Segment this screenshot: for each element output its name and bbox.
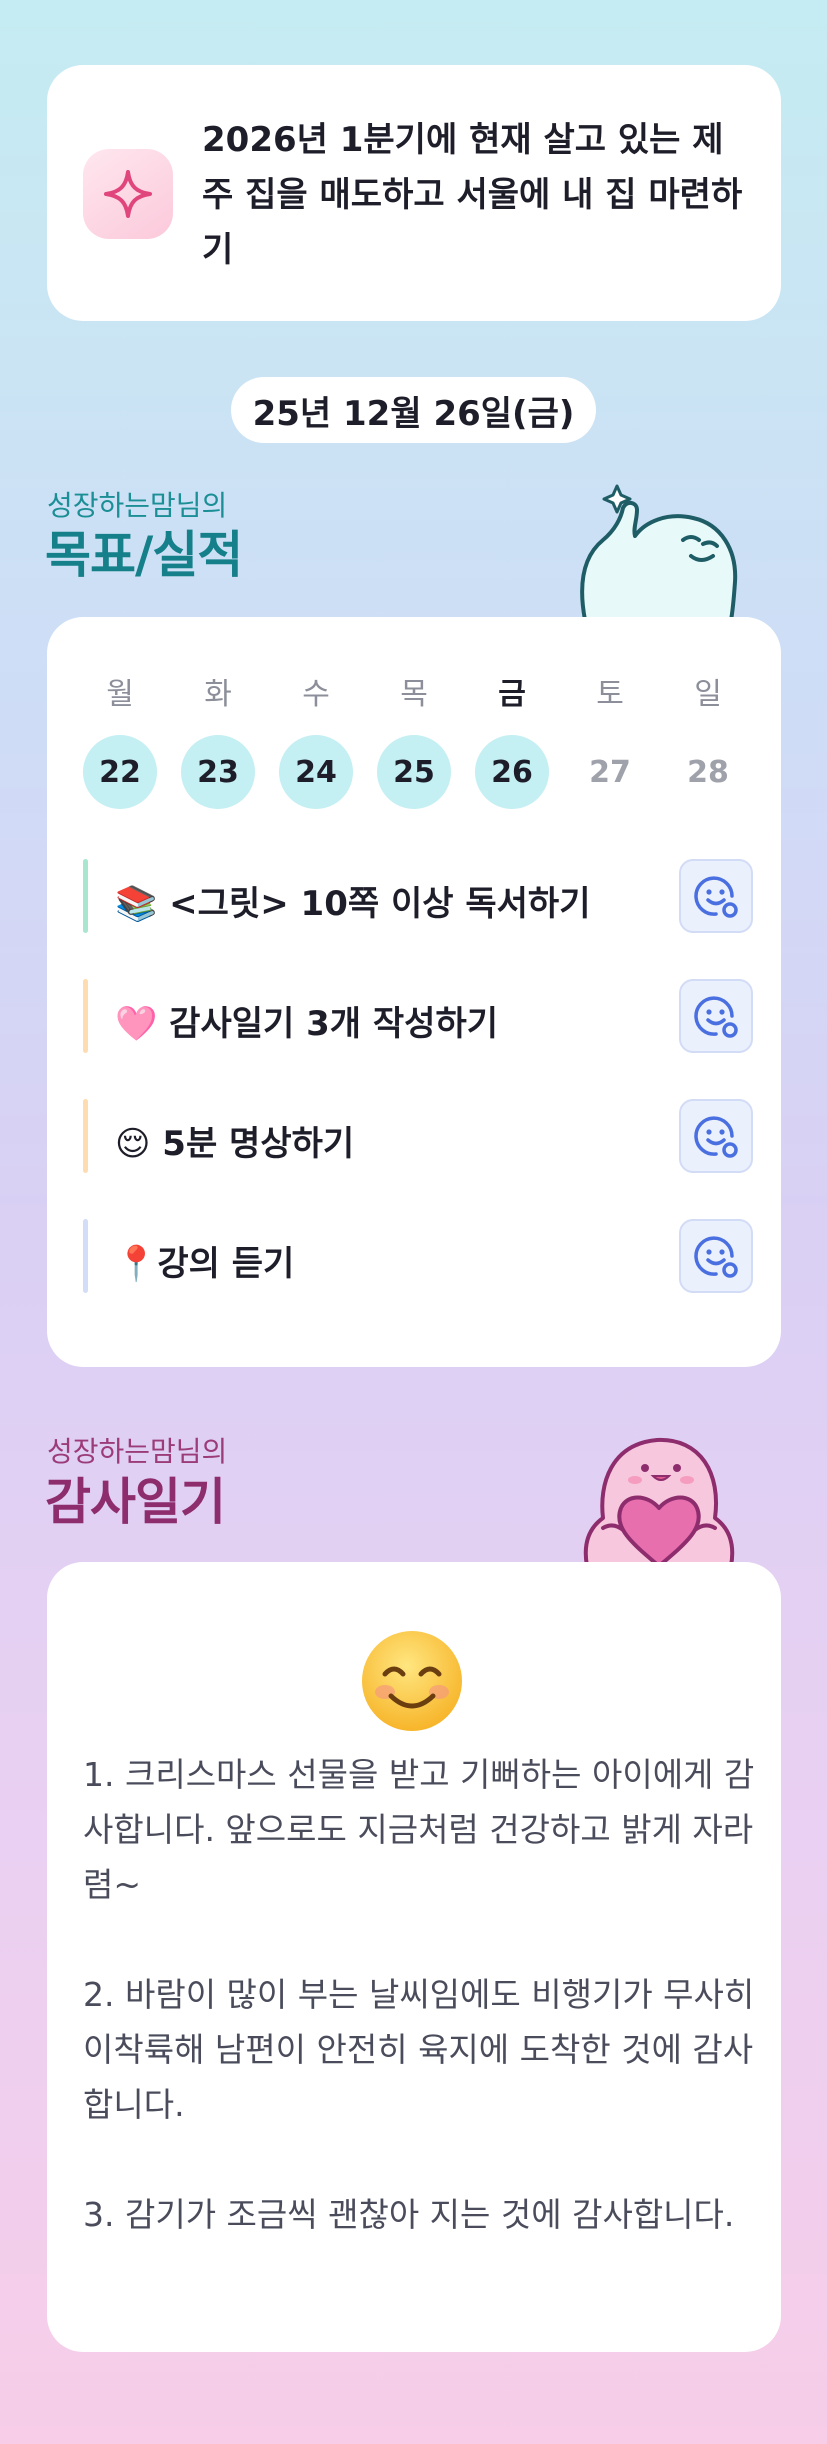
weekday-label-sat: 토 [596, 677, 624, 712]
smile-check-icon [694, 1236, 738, 1278]
goal-text: 2026년 1분기에 현재 살고 있는 제주 집을 매도하고 서울에 내 집 마… [202, 120, 743, 270]
gratitude-diary-card[interactable]: 1. 크리스마스 선물을 받고 기뻐하는 아이에게 감사합니다. 앞으로도 지금… [47, 1562, 781, 2352]
sparkle-icon [83, 149, 173, 239]
day-25[interactable]: 25 [377, 735, 451, 809]
task-item[interactable]: 📚 <그릿> 10쪽 이상 독서하기 [83, 859, 753, 933]
task-label: 😌 5분 명상하기 [115, 1124, 355, 1164]
task-check-button[interactable] [679, 1219, 753, 1293]
diary-section-title: 감사일기 [45, 1473, 226, 1531]
task-check-button[interactable] [679, 859, 753, 933]
date-label: 25년 12월 26일(금) [231, 377, 596, 443]
day-26[interactable]: 26 [475, 735, 549, 809]
task-check-button[interactable] [679, 979, 753, 1053]
weekly-goals-card: 월 화 수 목 금 토 일 22 23 24 25 26 27 28 📚 <그릿… [47, 617, 781, 1367]
diary-entry-text: 1. 크리스마스 선물을 받고 기뻐하는 아이에게 감사합니다. 앞으로도 지금… [83, 1755, 755, 2234]
weekday-label-tue: 화 [204, 677, 232, 712]
day-23[interactable]: 23 [181, 735, 255, 809]
task-item[interactable]: 😌 5분 명상하기 [83, 1099, 753, 1173]
task-color-bar [83, 859, 88, 933]
weekday-label-sun: 일 [694, 677, 722, 712]
task-color-bar [83, 1099, 88, 1173]
task-check-button[interactable] [679, 1099, 753, 1173]
weekday-label-fri: 금 [498, 677, 526, 712]
task-item[interactable]: 📍강의 듣기 [83, 1219, 753, 1293]
task-color-bar [83, 979, 88, 1053]
day-22[interactable]: 22 [83, 735, 157, 809]
weekday-label-mon: 월 [106, 677, 134, 712]
goal-card[interactable]: 2026년 1분기에 현재 살고 있는 제주 집을 매도하고 서울에 내 집 마… [47, 65, 781, 321]
task-label: 📚 <그릿> 10쪽 이상 독서하기 [115, 884, 591, 924]
weekday-label-thu: 목 [400, 677, 428, 712]
weekday-label-wed: 수 [302, 677, 330, 712]
task-item[interactable]: 🩷 감사일기 3개 작성하기 [83, 979, 753, 1053]
day-24[interactable]: 24 [279, 735, 353, 809]
goals-section-title: 목표/실적 [45, 526, 243, 584]
day-28[interactable]: 28 [671, 735, 745, 809]
smile-check-icon [694, 996, 738, 1038]
task-label: 📍강의 듣기 [115, 1244, 295, 1284]
smile-check-icon [694, 876, 738, 918]
day-27[interactable]: 27 [573, 735, 647, 809]
mint-mascot-illustration [580, 484, 738, 620]
pink-mascot-illustration [583, 1437, 735, 1566]
smile-check-icon [694, 1116, 738, 1158]
task-color-bar [83, 1219, 88, 1293]
smiling-face-icon [362, 1631, 462, 1731]
task-label: 🩷 감사일기 3개 작성하기 [115, 1004, 499, 1044]
